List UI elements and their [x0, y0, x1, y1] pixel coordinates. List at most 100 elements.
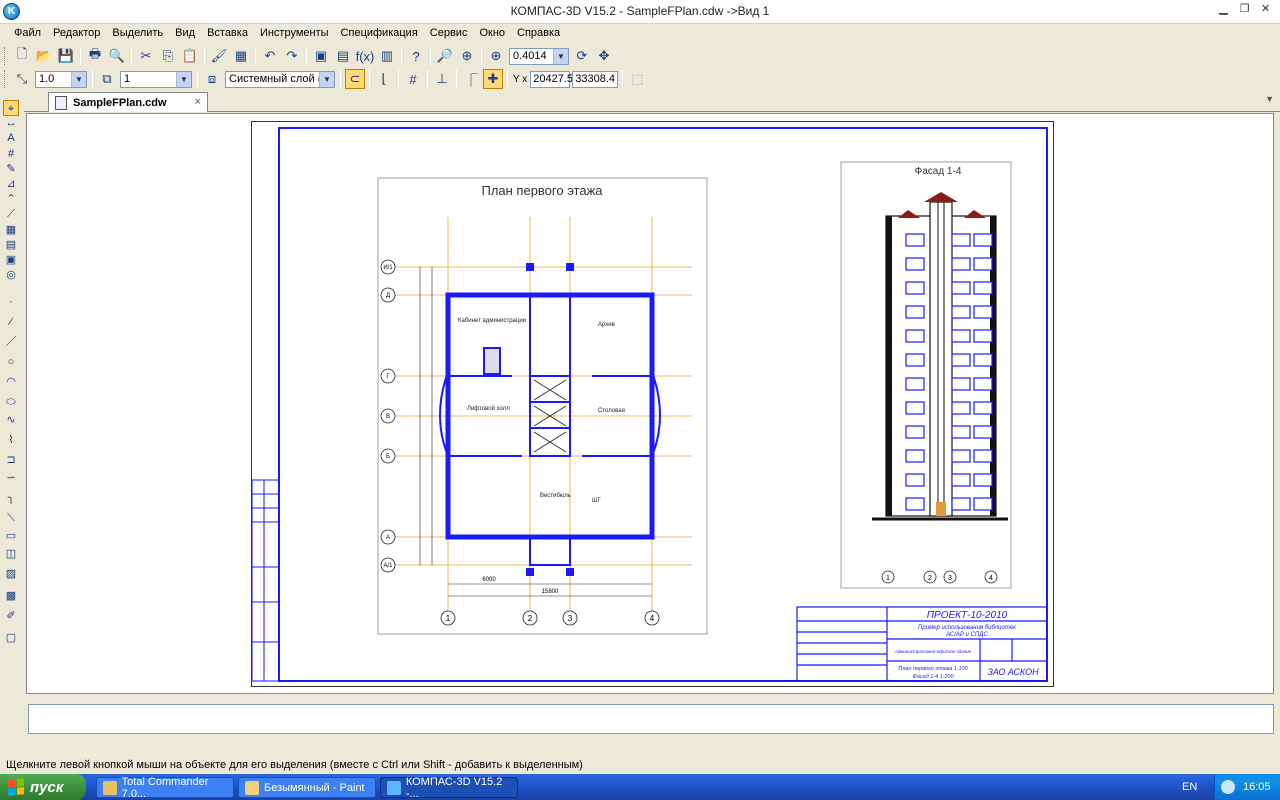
rectangle-icon[interactable]: ▭ — [3, 528, 19, 544]
restore-button[interactable]: ❐ — [1236, 3, 1253, 18]
cursor-coords-icon[interactable]: ✚ — [483, 69, 503, 89]
designations-icon[interactable]: A — [3, 130, 19, 146]
scale-combo[interactable]: 1.0 ▼ — [35, 70, 87, 88]
manager-icon[interactable]: ▣ — [311, 46, 331, 66]
start-button[interactable]: пуск — [0, 774, 86, 800]
hatch-icon[interactable]: ▨ — [3, 566, 19, 582]
save-icon[interactable]: 💾 — [56, 46, 76, 66]
tray-app-icon[interactable] — [1221, 780, 1235, 794]
menu-window[interactable]: Окно — [478, 24, 511, 43]
variables-fx-icon[interactable]: f(x) — [355, 46, 375, 66]
fill-icon[interactable]: ▩ — [3, 588, 19, 604]
edit-icon[interactable]: # — [3, 146, 19, 162]
menu-specification[interactable]: Спецификация — [340, 24, 424, 43]
menu-service[interactable]: Сервис — [429, 24, 474, 43]
snap-magnet-icon[interactable]: ⊂ — [345, 69, 365, 89]
disabled-tool-icon[interactable]: ⬚ — [627, 69, 647, 89]
view-combo[interactable]: 1 ▼ — [120, 70, 192, 88]
chevron-down-icon[interactable]: ▼ — [71, 71, 86, 87]
coord-y-field[interactable]: 33308.4 — [572, 70, 619, 88]
parametrization-icon[interactable]: ✎ — [3, 161, 19, 177]
task-paint[interactable]: Безымянный - Paint — [238, 777, 376, 798]
task-total-commander[interactable]: Total Commander 7.0... — [96, 776, 234, 800]
refresh-view-icon[interactable]: ⟳ — [572, 46, 592, 66]
layer-combo[interactable]: Системный слой (0) ▼ — [225, 70, 335, 88]
measure-icon[interactable]: ⊿ — [3, 176, 19, 192]
help-cursor-icon[interactable]: ? — [406, 46, 426, 66]
point-icon[interactable]: · — [3, 294, 19, 310]
redo-icon[interactable]: ↷ — [282, 46, 302, 66]
new-document-icon[interactable]: 🗋 — [12, 46, 32, 66]
task-kompas[interactable]: КОМПАС-3D V15.2 -... — [380, 776, 518, 800]
menu-editor[interactable]: Редактор — [52, 24, 106, 43]
menu-insert[interactable]: Вставка — [206, 24, 254, 43]
insert-icon[interactable]: ▣ — [3, 252, 19, 268]
drawing-sheet[interactable]: План первого этажа Кабинет администрации… — [251, 121, 1054, 687]
open-folder-icon[interactable]: 📂 — [34, 46, 54, 66]
tab-sampleplan[interactable]: SampleFPlan.cdw × — [48, 92, 208, 112]
properties-brush-icon[interactable]: 🖌 — [209, 46, 229, 66]
facade-window — [905, 377, 925, 391]
segment-icon[interactable]: ／ — [3, 334, 19, 350]
language-indicator[interactable]: EN — [1182, 781, 1197, 793]
chamfer-icon[interactable]: ⟍ — [3, 510, 19, 526]
chevron-down-icon[interactable]: ▼ — [176, 71, 191, 87]
print-preview-icon[interactable]: 🔍 — [107, 46, 127, 66]
select-icon[interactable]: ⌃ — [3, 191, 19, 207]
menu-view[interactable]: Вид — [174, 24, 201, 43]
axis-left-3: В — [386, 414, 390, 420]
toolbar-grip[interactable] — [4, 47, 7, 65]
polyline-icon[interactable]: ⌇ — [3, 432, 19, 448]
clock[interactable]: 16:05 — [1243, 781, 1271, 793]
contour-icon[interactable]: ⊐ — [3, 452, 19, 468]
spec-icon[interactable]: ▦ — [3, 222, 19, 238]
cut-icon[interactable]: ✂ — [136, 46, 156, 66]
round-icon[interactable]: ⎾ — [461, 69, 481, 89]
menu-help[interactable]: Справка — [516, 24, 566, 43]
spline-icon[interactable]: ∿ — [3, 412, 19, 428]
geometry-panel-icon[interactable]: ⌖ — [3, 100, 19, 116]
calculator-icon[interactable]: ▥ — [377, 46, 397, 66]
undo-icon[interactable]: ↶ — [260, 46, 280, 66]
print-icon[interactable]: 🖶 — [85, 46, 105, 66]
command-input-panel[interactable] — [28, 704, 1274, 734]
local-cs-icon[interactable]: ⌊ — [374, 69, 394, 89]
menu-tools[interactable]: Инструменты — [259, 24, 335, 43]
fillet-icon[interactable]: ╮ — [3, 490, 19, 506]
ellipse-icon[interactable]: ⬭ — [3, 394, 19, 410]
paste-icon[interactable]: 📋 — [180, 46, 200, 66]
menu-file[interactable]: Файл — [13, 24, 47, 43]
zoom-window-icon[interactable]: 🔎 — [435, 46, 455, 66]
reports-icon[interactable]: ▤ — [3, 237, 19, 253]
auxiliary-line-icon[interactable]: ⁄ — [3, 314, 19, 330]
minimize-button[interactable]: ▁ — [1215, 3, 1232, 18]
hatch-fill-icon[interactable]: ◫ — [3, 546, 19, 562]
chevron-down-icon[interactable]: ▼ — [319, 71, 334, 87]
copy-props-icon[interactable]: ✐ — [3, 608, 19, 624]
spds-icon[interactable]: ⟋ — [3, 206, 19, 222]
grid-icon[interactable]: # — [403, 69, 423, 89]
circle-icon[interactable]: ○ — [3, 354, 19, 370]
facade-axis-2: 2 — [928, 575, 932, 582]
pan-view-icon[interactable]: ✥ — [594, 46, 614, 66]
copy-icon[interactable]: ⎘ — [158, 46, 178, 66]
orthogonal-icon[interactable]: ⊥ — [432, 69, 452, 89]
menu-select[interactable]: Выделить — [111, 24, 169, 43]
zoom-all-icon[interactable]: ⊕ — [457, 46, 477, 66]
dimensions-icon[interactable]: ↔ — [3, 115, 19, 131]
zoom-in-icon[interactable]: ⊕ — [486, 46, 506, 66]
coord-x-field[interactable]: 20427.5 — [530, 70, 573, 88]
close-tab-icon[interactable]: × — [195, 96, 201, 108]
bezier-icon[interactable]: ∽ — [3, 470, 19, 486]
table-icon[interactable]: ▦ — [231, 46, 251, 66]
chevron-down-icon[interactable]: ▼ — [553, 48, 568, 64]
macro-icon[interactable]: ◎ — [3, 267, 19, 283]
arc-icon[interactable]: ◠ — [3, 374, 19, 390]
disabled-panel-icon[interactable]: ▢ — [3, 630, 19, 646]
toolbar-grip[interactable] — [4, 70, 7, 88]
chevron-down-icon[interactable]: ▼ — [1265, 94, 1274, 104]
zoom-combo[interactable]: 0.4014 ▼ — [509, 47, 569, 65]
drawing-workspace[interactable]: План первого этажа Кабинет администрации… — [26, 113, 1274, 694]
close-button[interactable]: ✕ — [1257, 3, 1274, 18]
library-icon[interactable]: ▤ — [333, 46, 353, 66]
